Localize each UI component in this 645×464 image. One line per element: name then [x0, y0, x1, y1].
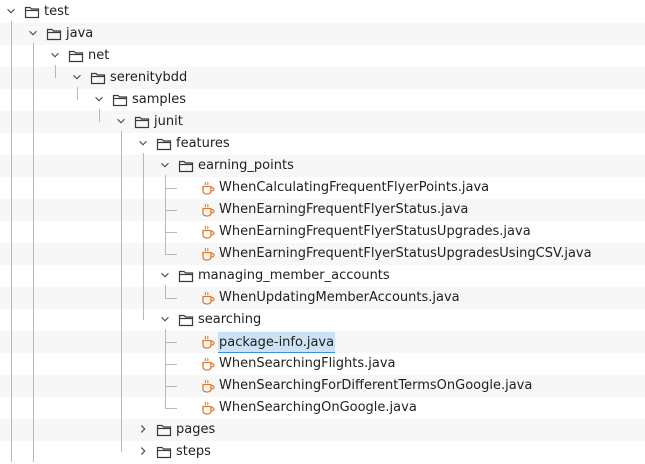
java-file-icon [200, 356, 216, 372]
tree-folder-row[interactable]: test [0, 1, 645, 23]
tree-file-row[interactable]: WhenSearchingOnGoogle.java [0, 397, 645, 419]
folder-icon [24, 4, 40, 20]
tree-item-label: WhenSearchingFlights.java [219, 356, 396, 371]
tree-guide-line [165, 285, 166, 298]
tree-folder-row[interactable]: pages [0, 419, 645, 441]
folder-icon [68, 48, 84, 64]
chevron-down-icon[interactable] [136, 136, 150, 150]
chevron-down-icon[interactable] [26, 26, 40, 40]
tree-item-label: java [66, 26, 94, 41]
tree-item-label: earning_points [198, 158, 294, 173]
folder-icon [156, 422, 172, 438]
tree-folder-row[interactable]: searching [0, 309, 645, 331]
tree-item-label: steps [176, 444, 211, 459]
folder-icon [112, 92, 128, 108]
tree-folder-row[interactable]: junit [0, 111, 645, 133]
chevron-down-icon[interactable] [158, 268, 172, 282]
tree-guide-line [11, 21, 12, 462]
tree-branch-line [165, 408, 177, 409]
java-file-icon [200, 246, 216, 262]
chevron-down-icon[interactable] [92, 92, 106, 106]
java-file-icon [200, 378, 216, 394]
chevron-down-icon[interactable] [70, 70, 84, 84]
tree-branch-line [165, 188, 177, 189]
tree-guide-line [143, 153, 144, 320]
chevron-down-icon[interactable] [4, 4, 18, 18]
tree-item-label: junit [154, 114, 183, 129]
tree-item-label: WhenEarningFrequentFlyerStatus.java [219, 202, 469, 217]
file-tree: test java net serenitybdd samples junit featur… [0, 0, 645, 462]
tree-item-label: WhenSearchingOnGoogle.java [219, 400, 417, 415]
tree-guide-line [33, 43, 34, 462]
chevron-down-icon[interactable] [158, 312, 172, 326]
tree-item-label: features [176, 136, 230, 151]
tree-file-row[interactable]: WhenUpdatingMemberAccounts.java [0, 287, 645, 309]
tree-guide-line [77, 87, 78, 100]
tree-guide-line [121, 131, 122, 452]
chevron-right-icon[interactable] [136, 422, 150, 436]
tree-folder-row[interactable]: serenitybdd [0, 67, 645, 89]
tree-guide-line [165, 329, 166, 408]
tree-item-label-selected: package-info.java [218, 332, 336, 353]
chevron-down-icon[interactable] [48, 48, 62, 62]
tree-branch-line [165, 342, 177, 343]
tree-item-label: serenitybdd [110, 70, 188, 85]
tree-branch-line [165, 254, 177, 255]
tree-file-row[interactable]: WhenSearchingForDifferentTermsOnGoogle.j… [0, 375, 645, 397]
folder-icon [178, 312, 194, 328]
tree-branch-line [165, 298, 177, 299]
tree-branch-line [165, 232, 177, 233]
tree-guide-line [99, 109, 100, 122]
folder-icon [156, 444, 172, 460]
java-file-icon [200, 180, 216, 196]
tree-folder-row[interactable]: java [0, 23, 645, 45]
tree-file-row[interactable]: WhenEarningFrequentFlyerStatusUpgradesUs… [0, 243, 645, 265]
tree-guide-line [165, 175, 166, 254]
tree-file-row[interactable]: WhenEarningFrequentFlyerStatusUpgrades.j… [0, 221, 645, 243]
tree-item-label: managing_member_accounts [198, 268, 390, 283]
java-file-icon [200, 290, 216, 306]
tree-item-label: WhenEarningFrequentFlyerStatusUpgradesUs… [219, 246, 592, 261]
folder-icon [178, 268, 194, 284]
tree-file-row[interactable]: package-info.java [0, 331, 645, 353]
folder-icon [178, 158, 194, 174]
tree-item-label: samples [132, 92, 187, 107]
chevron-right-icon[interactable] [136, 444, 150, 458]
tree-item-label: WhenSearchingForDifferentTermsOnGoogle.j… [219, 378, 533, 393]
tree-branch-line [165, 210, 177, 211]
java-file-icon [200, 334, 216, 350]
tree-folder-row[interactable]: managing_member_accounts [0, 265, 645, 287]
tree-folder-row[interactable]: net [0, 45, 645, 67]
tree-item-label: searching [198, 312, 262, 327]
tree-branch-line [165, 386, 177, 387]
chevron-down-icon[interactable] [158, 158, 172, 172]
tree-file-row[interactable]: WhenSearchingFlights.java [0, 353, 645, 375]
java-file-icon [200, 400, 216, 416]
tree-file-row[interactable]: WhenCalculatingFrequentFlyerPoints.java [0, 177, 645, 199]
folder-icon [46, 26, 62, 42]
chevron-down-icon[interactable] [114, 114, 128, 128]
tree-folder-row[interactable]: samples [0, 89, 645, 111]
java-file-icon [200, 202, 216, 218]
tree-branch-line [165, 364, 177, 365]
folder-icon [134, 114, 150, 130]
tree-item-label: WhenUpdatingMemberAccounts.java [219, 290, 460, 305]
tree-folder-row[interactable]: features [0, 133, 645, 155]
tree-file-row[interactable]: WhenEarningFrequentFlyerStatus.java [0, 199, 645, 221]
tree-item-label: test [44, 4, 69, 19]
tree-guide-line [55, 65, 56, 78]
folder-icon [90, 70, 106, 86]
tree-item-label: pages [176, 422, 216, 437]
folder-icon [156, 136, 172, 152]
tree-item-label: net [88, 48, 110, 63]
java-file-icon [200, 224, 216, 240]
tree-folder-row[interactable]: steps [0, 441, 645, 463]
tree-item-label: WhenEarningFrequentFlyerStatusUpgrades.j… [219, 224, 531, 239]
tree-item-label: WhenCalculatingFrequentFlyerPoints.java [219, 180, 490, 195]
tree-folder-row[interactable]: earning_points [0, 155, 645, 177]
